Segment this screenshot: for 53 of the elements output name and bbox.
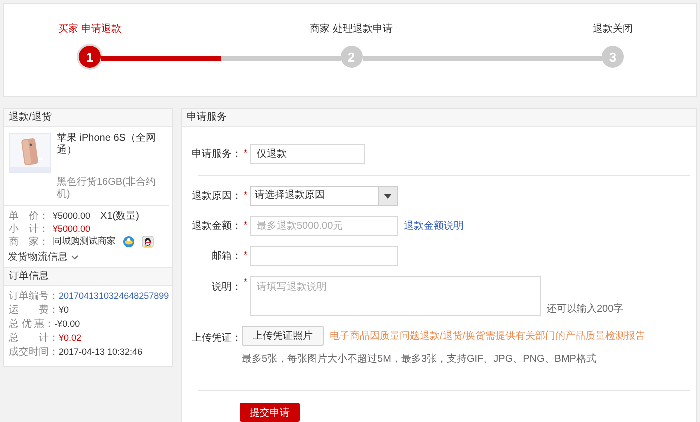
step-label: 退款关闭 xyxy=(593,24,633,36)
field-label: 上传凭证： xyxy=(192,332,242,345)
detail-label: 小 计： xyxy=(9,222,49,236)
service-field[interactable]: 仅退款 xyxy=(250,144,365,164)
chevron-icon[interactable] xyxy=(71,254,79,260)
reason-dropdown[interactable]: 请选择退款原因 xyxy=(250,186,398,206)
panel-header: 申请服务 xyxy=(182,109,696,127)
detail-value: ¥5000.00 xyxy=(53,224,91,234)
field-label: 退款原因： xyxy=(192,190,242,203)
product-variant: 黑色行货16GB(非合约机) xyxy=(57,177,157,201)
info-label: 订单编号： xyxy=(9,290,59,303)
order-number-link[interactable]: 2017041310324648257899 xyxy=(59,291,170,301)
char-count-note: 还可以输入200字 xyxy=(547,302,624,316)
step-label: 买家 申请退款 xyxy=(58,24,122,36)
caret-icon xyxy=(384,194,392,198)
amount-info-link[interactable]: 退款金额说明 xyxy=(404,219,464,233)
info-value: 2017-04-13 10:32:46 xyxy=(59,347,143,357)
input-field[interactable]: 最多退款5000.00元 xyxy=(250,216,398,236)
info-label: 总 计： xyxy=(9,332,59,345)
submit-button[interactable]: 提交申请 xyxy=(240,403,300,422)
required-mark: * xyxy=(243,219,249,231)
detail-label: 商 家： xyxy=(9,236,49,248)
required-mark: * xyxy=(243,276,249,288)
quantity-text: X1(数量) xyxy=(100,210,140,222)
upload-button[interactable]: 上传凭证照片 xyxy=(242,326,324,346)
panel-header: 订单信息 xyxy=(4,267,172,286)
shipping-info-toggle[interactable]: 发货物流信息 xyxy=(4,248,79,264)
detail-value: ¥5000.00 xyxy=(53,210,91,220)
detail-label: 单 价： xyxy=(9,210,49,222)
product-name: 苹果 iPhone 6S（全网通） xyxy=(57,133,157,157)
field-label: 退款金额： xyxy=(192,220,242,233)
info-value: ¥0 xyxy=(59,305,70,315)
step-label: 商家 处理退款申请 xyxy=(310,24,393,36)
detail-value: 同城购测试商家 xyxy=(53,235,116,248)
required-mark: * xyxy=(243,147,249,159)
penguin-icon[interactable] xyxy=(142,236,154,248)
field-label: 说明： xyxy=(211,281,242,294)
input-field[interactable] xyxy=(250,246,398,266)
upload-hint: 最多5张，每张图片大小不超过5M，最多3张，支持GIF、JPG、PNG、BMP格式 xyxy=(242,352,598,366)
required-mark: * xyxy=(243,189,249,201)
panel-header: 退款/退货 xyxy=(4,109,172,127)
required-mark: * xyxy=(243,249,249,261)
chat-icon[interactable] xyxy=(123,236,135,248)
info-label: 总 优 惠： xyxy=(9,318,55,331)
field-label: 邮箱： xyxy=(211,250,242,263)
info-label: 成交时间： xyxy=(9,346,59,359)
info-value: ¥0.02 xyxy=(59,333,82,343)
step-circle: 1 xyxy=(79,46,101,68)
field-label: 申请服务： xyxy=(192,148,242,161)
description-field[interactable]: 请填写退款说明 xyxy=(250,276,541,316)
warning-text: 电子商品因质量问题退款/退货/换货需提供有关部门的产品质量检测报告 xyxy=(330,330,646,343)
info-label: 运 费： xyxy=(9,304,59,317)
info-value: -¥0.00 xyxy=(54,319,80,329)
